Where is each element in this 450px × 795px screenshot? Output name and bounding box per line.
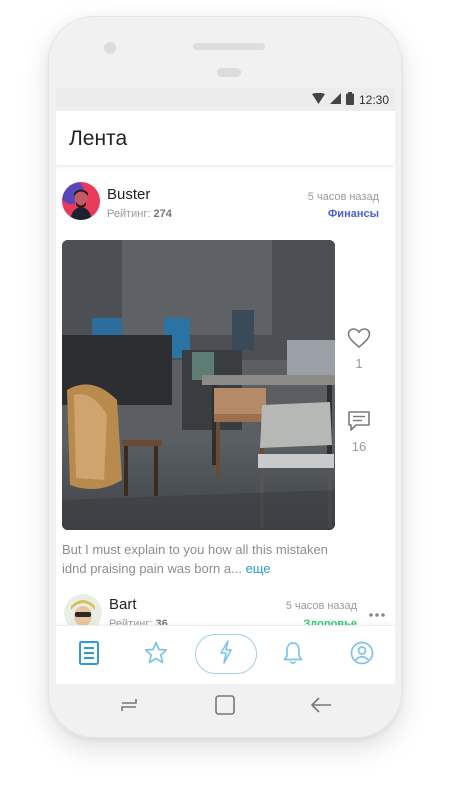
post-time: 5 часов назад <box>307 191 379 203</box>
tab-profile[interactable] <box>345 638 379 672</box>
post-author[interactable]: Bart <box>109 596 137 613</box>
star-icon[interactable] <box>144 641 168 669</box>
comment-icon[interactable] <box>347 411 371 436</box>
home-icon[interactable] <box>214 694 236 721</box>
lightning-icon[interactable] <box>219 639 233 669</box>
status-bar: 12:30 <box>56 88 395 111</box>
like-action[interactable]: 1 <box>344 328 374 371</box>
avatar[interactable] <box>62 182 100 220</box>
post-image[interactable] <box>62 240 335 530</box>
feed-icon[interactable] <box>79 640 99 670</box>
bell-icon[interactable] <box>282 641 304 670</box>
app-bar: Лента <box>56 111 395 165</box>
post-excerpt: But I must explain to you how all this m… <box>62 540 352 578</box>
back-arrow-icon[interactable] <box>309 696 333 719</box>
tab-notifications[interactable] <box>276 638 310 672</box>
tab-favorites[interactable] <box>139 638 173 672</box>
heart-icon[interactable] <box>347 328 371 353</box>
bottom-tab-bar <box>56 625 395 684</box>
rating-label: Рейтинг: <box>107 208 151 220</box>
tab-activity[interactable] <box>195 634 257 674</box>
recents-icon[interactable] <box>118 695 140 720</box>
screen: 12:30 Лента Buster Рейтинг: 274 5 часов … <box>56 88 395 684</box>
tab-feed[interactable] <box>72 638 106 672</box>
post-category[interactable]: Финансы <box>328 208 379 220</box>
status-time: 12:30 <box>358 93 389 107</box>
post-rating: Рейтинг: 274 <box>107 208 172 220</box>
system-nav-bar <box>56 684 395 730</box>
rating-value: 274 <box>153 208 172 220</box>
home-button[interactable] <box>212 694 238 720</box>
post-time: 5 часов назад <box>285 600 357 612</box>
recents-button[interactable] <box>116 694 142 720</box>
comment-count: 16 <box>351 439 367 454</box>
profile-icon[interactable] <box>350 641 374 670</box>
front-camera <box>104 42 116 54</box>
comment-action[interactable]: 16 <box>344 410 374 454</box>
post-excerpt-text: But I must explain to you how all this m… <box>62 542 328 576</box>
wifi-icon <box>311 92 325 107</box>
post-author[interactable]: Buster <box>107 186 150 203</box>
back-button[interactable] <box>308 694 334 720</box>
earpiece-speaker <box>193 43 265 50</box>
read-more-link[interactable]: еще <box>246 561 271 576</box>
signal-icon <box>329 93 341 107</box>
like-count: 1 <box>355 356 363 371</box>
page-title: Лента <box>69 127 128 150</box>
more-options-icon[interactable] <box>369 604 385 622</box>
battery-icon <box>345 92 354 108</box>
proximity-sensor <box>217 68 241 77</box>
